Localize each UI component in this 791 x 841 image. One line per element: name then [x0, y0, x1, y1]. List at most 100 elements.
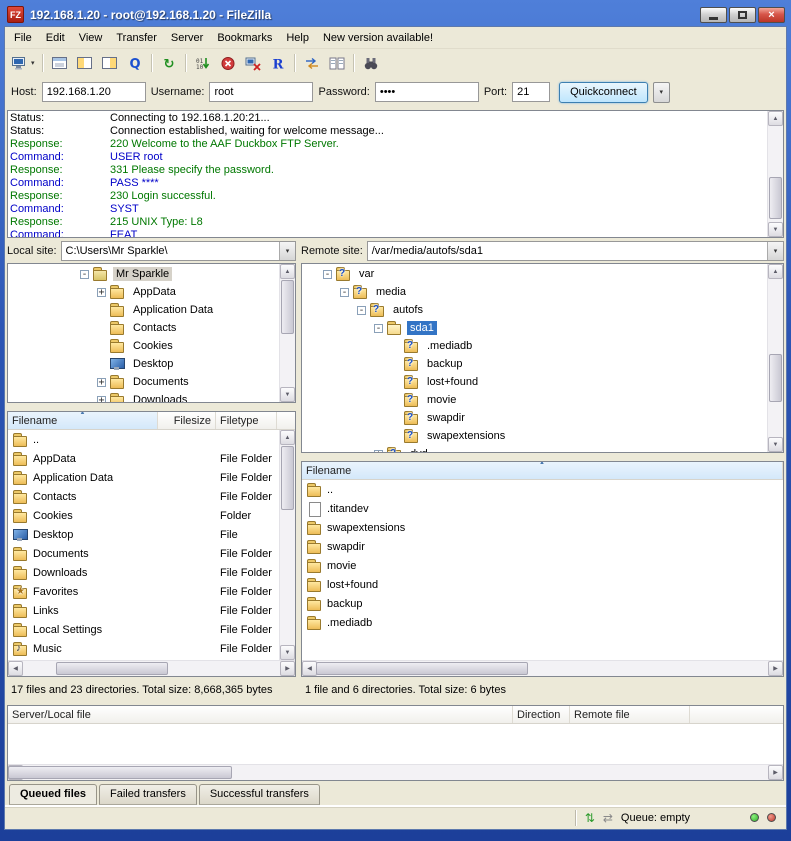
local-list-vertical-scrollbar[interactable]: ▲ ▼: [279, 430, 295, 660]
scroll-up-button[interactable]: ▲: [768, 264, 783, 279]
tree-item[interactable]: -sda1: [302, 319, 767, 337]
file-row[interactable]: DocumentsFile Folder: [8, 544, 295, 563]
file-row[interactable]: Local SettingsFile Folder: [8, 620, 295, 639]
menu-item-bookmarks[interactable]: Bookmarks: [210, 29, 279, 47]
toggle-remote-tree-button[interactable]: [98, 52, 122, 74]
refresh-button[interactable]: ↻: [157, 52, 181, 74]
file-row[interactable]: swapdir: [302, 537, 783, 556]
scroll-left-button[interactable]: ◀: [302, 661, 317, 676]
scroll-down-button[interactable]: ▼: [280, 645, 295, 660]
tree-item[interactable]: ?movie: [302, 391, 767, 409]
tree-item[interactable]: Application Data: [8, 301, 279, 319]
tree-item[interactable]: -?autofs: [302, 301, 767, 319]
file-row[interactable]: .mediadb: [302, 613, 783, 632]
tree-item[interactable]: ?backup: [302, 355, 767, 373]
tree-item[interactable]: +AppData: [8, 283, 279, 301]
menu-item-edit[interactable]: Edit: [39, 29, 72, 47]
menu-item-file[interactable]: File: [7, 29, 39, 47]
collapse-icon[interactable]: -: [374, 324, 383, 333]
column-header-filename[interactable]: ▲Filename: [8, 412, 158, 429]
cancel-button[interactable]: [216, 52, 240, 74]
file-row[interactable]: .titandev: [302, 499, 783, 518]
tree-item[interactable]: +Downloads: [8, 391, 279, 402]
remote-site-combo[interactable]: /var/media/autofs/sda1 ▾: [367, 241, 784, 261]
horizontal-splitter[interactable]: [7, 403, 296, 411]
scroll-down-button[interactable]: ▼: [768, 437, 783, 452]
remote-list-horizontal-scrollbar[interactable]: ◀ ▶: [302, 660, 783, 676]
tab-successful-transfers[interactable]: Successful transfers: [199, 784, 320, 805]
collapse-icon[interactable]: -: [323, 270, 332, 279]
menu-item-view[interactable]: View: [72, 29, 110, 47]
file-row[interactable]: Application DataFile Folder: [8, 468, 295, 487]
file-row[interactable]: AppDataFile Folder: [8, 449, 295, 468]
scroll-right-button[interactable]: ▶: [768, 661, 783, 676]
expand-icon[interactable]: +: [97, 396, 106, 403]
tree-item[interactable]: Cookies: [8, 337, 279, 355]
file-row[interactable]: lost+found: [302, 575, 783, 594]
scroll-up-button[interactable]: ▲: [280, 430, 295, 445]
maximize-button[interactable]: [729, 7, 756, 23]
file-row[interactable]: movie: [302, 556, 783, 575]
scrollbar-thumb[interactable]: [281, 446, 294, 510]
chevron-down-icon[interactable]: ▾: [767, 242, 783, 260]
chevron-down-icon[interactable]: ▾: [31, 59, 35, 67]
scroll-up-button[interactable]: ▲: [768, 111, 783, 126]
toggle-message-log-button[interactable]: [48, 52, 72, 74]
tree-item[interactable]: -?media: [302, 283, 767, 301]
scroll-down-button[interactable]: ▼: [768, 222, 783, 237]
tree-item[interactable]: +?dvd: [302, 445, 767, 452]
tree-item[interactable]: Contacts: [8, 319, 279, 337]
scrollbar-thumb[interactable]: [8, 766, 232, 779]
tree-item[interactable]: -Mr Sparkle: [8, 265, 279, 283]
column-header-filesize[interactable]: Filesize: [158, 412, 216, 429]
menu-item-server[interactable]: Server: [164, 29, 210, 47]
file-row[interactable]: ♪MusicFile Folder: [8, 639, 295, 658]
column-header-remote-file[interactable]: Remote file: [570, 706, 690, 723]
menu-item-transfer[interactable]: Transfer: [109, 29, 164, 47]
find-files-button[interactable]: [359, 52, 383, 74]
file-row[interactable]: backup: [302, 594, 783, 613]
disconnect-button[interactable]: [241, 52, 265, 74]
column-header-filename[interactable]: ▲Filename: [302, 462, 783, 479]
menu-item-new-version-available[interactable]: New version available!: [316, 29, 440, 47]
scrollbar-thumb[interactable]: [56, 662, 168, 675]
quickconnect-dropdown-button[interactable]: ▾: [653, 82, 670, 103]
quickconnect-button[interactable]: Quickconnect: [559, 82, 648, 103]
horizontal-splitter[interactable]: [301, 453, 784, 461]
file-row[interactable]: CookiesFolder: [8, 506, 295, 525]
file-row[interactable]: DesktopFile: [8, 525, 295, 544]
close-button[interactable]: ×: [758, 7, 785, 23]
column-header-server-local-file[interactable]: Server/Local file: [8, 706, 513, 723]
file-row[interactable]: ContactsFile Folder: [8, 487, 295, 506]
title-bar[interactable]: FZ 192.168.1.20 - root@192.168.1.20 - Fi…: [0, 0, 791, 26]
expand-icon[interactable]: +: [97, 378, 106, 387]
local-list-horizontal-scrollbar[interactable]: ◀ ▶: [8, 660, 295, 676]
scroll-left-button[interactable]: ◀: [8, 661, 23, 676]
file-row[interactable]: ..: [302, 480, 783, 499]
tree-item[interactable]: -?var: [302, 265, 767, 283]
tree-item[interactable]: ?swapdir: [302, 409, 767, 427]
reconnect-button[interactable]: R: [266, 52, 290, 74]
file-row[interactable]: ..: [8, 430, 295, 449]
collapse-icon[interactable]: -: [357, 306, 366, 315]
file-row[interactable]: LinksFile Folder: [8, 601, 295, 620]
password-input[interactable]: [375, 82, 479, 102]
directory-comparison-button[interactable]: [300, 52, 324, 74]
scroll-right-button[interactable]: ▶: [280, 661, 295, 676]
scroll-up-button[interactable]: ▲: [280, 264, 295, 279]
toggle-local-tree-button[interactable]: [73, 52, 97, 74]
speed-limits-icon[interactable]: ⇅: [585, 812, 595, 824]
scroll-right-button[interactable]: ▶: [768, 765, 783, 780]
queue-horizontal-scrollbar[interactable]: ◀ ▶: [8, 764, 783, 780]
collapse-icon[interactable]: -: [340, 288, 349, 297]
scrollbar-thumb[interactable]: [281, 280, 294, 334]
file-row[interactable]: swapextensions: [302, 518, 783, 537]
scrollbar-thumb[interactable]: [316, 662, 528, 675]
local-tree-scrollbar[interactable]: ▲ ▼: [279, 264, 295, 402]
file-row[interactable]: DownloadsFile Folder: [8, 563, 295, 582]
remote-tree-scrollbar[interactable]: ▲ ▼: [767, 264, 783, 452]
host-input[interactable]: [42, 82, 146, 102]
synchronized-browsing-button[interactable]: [325, 52, 349, 74]
column-header-filetype[interactable]: Filetype: [216, 412, 277, 429]
username-input[interactable]: [209, 82, 313, 102]
